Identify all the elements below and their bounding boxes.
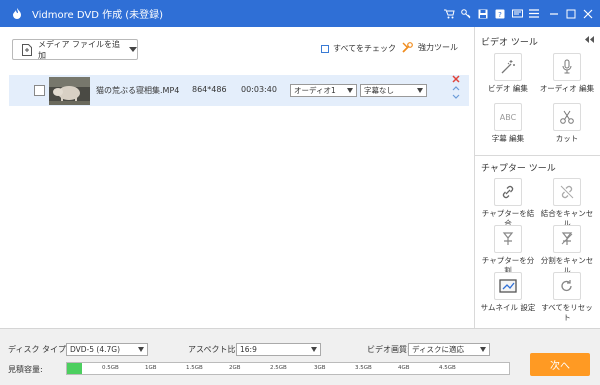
power-tools-label: 強力ツール — [418, 43, 458, 52]
move-down-icon[interactable] — [452, 94, 460, 100]
reset-all-tool[interactable]: すべてをリセット — [539, 272, 595, 323]
video-edit-tool[interactable]: ビデオ 編集 — [480, 53, 536, 94]
capacity-tick: 2.5GB — [270, 365, 287, 371]
estimated-capacity-label: 見積容量: — [8, 365, 43, 374]
app-logo-icon — [9, 6, 25, 22]
thumbnail-settings-label: サムネイル 設定 — [480, 303, 536, 312]
cut-label: カット — [555, 134, 579, 143]
video-thumbnail — [49, 77, 90, 105]
chevron-down-icon — [480, 347, 486, 352]
tools-icon — [402, 42, 413, 53]
abc-subtitle-icon: ABC — [494, 103, 522, 131]
subtitle-select[interactable]: 字幕なし — [360, 84, 427, 97]
question-icon[interactable]: ? — [492, 6, 508, 22]
close-icon[interactable] — [580, 6, 596, 22]
capacity-tick: 4GB — [398, 365, 410, 371]
disc-type-label: ディスク タイプ — [8, 345, 66, 354]
aspect-ratio-label: アスペクト比: — [188, 345, 239, 354]
video-quality-value: ディスクに適応 — [412, 345, 464, 354]
magic-wand-icon — [494, 53, 522, 81]
add-media-file-button[interactable]: メディア ファイルを追加 — [12, 39, 138, 60]
aspect-ratio-select[interactable]: 16:9 — [236, 343, 321, 356]
file-row[interactable]: 猫の荒ぶる寝相集.MP4 864*486 00:03:40 オーディオ1 字幕な… — [9, 75, 469, 106]
capacity-tick: 2GB — [229, 365, 241, 371]
scissors-icon — [553, 103, 581, 131]
video-quality-select[interactable]: ディスクに適応 — [408, 343, 490, 356]
disc-type-value: DVD-5 (4.7G) — [70, 345, 121, 354]
svg-text:ABC: ABC — [500, 113, 517, 122]
capacity-tick: 3GB — [314, 365, 326, 371]
microphone-icon — [553, 53, 581, 81]
cancel-split-tool[interactable]: 分割をキャンセル — [539, 225, 595, 276]
audio-track-value: オーディオ1 — [294, 86, 336, 95]
video-tools-title: ビデオ ツール — [481, 38, 538, 48]
cut-tool[interactable]: カット — [539, 103, 595, 144]
capacity-tick: 0.5GB — [102, 365, 119, 371]
menu-icon[interactable] — [526, 6, 542, 22]
cancel-merge-tool[interactable]: 結合をキャンセル — [539, 178, 595, 229]
file-duration: 00:03:40 — [241, 85, 277, 94]
capacity-tick: 1GB — [145, 365, 157, 371]
unlink-icon — [553, 178, 581, 206]
audio-edit-tool[interactable]: オーディオ 編集 — [539, 53, 595, 94]
sidebar-divider — [475, 155, 600, 156]
key-icon[interactable] — [458, 6, 474, 22]
reset-all-label: すべてをリセット — [541, 303, 593, 322]
collapse-icon[interactable] — [585, 36, 594, 43]
document-icon — [22, 43, 32, 56]
aspect-ratio-value: 16:9 — [240, 345, 257, 354]
capacity-tick: 3.5GB — [355, 365, 372, 371]
capacity-bar: 0.5GB 1GB 1.5GB 2GB 2.5GB 3GB 3.5GB 4GB … — [66, 362, 510, 375]
split-icon — [494, 225, 522, 253]
cart-icon[interactable] — [441, 6, 457, 22]
window-title: Vidmore DVD 作成 (未登録) — [32, 10, 164, 21]
capacity-used-fill — [67, 363, 83, 374]
next-button[interactable]: 次へ — [530, 353, 590, 376]
chapter-tools-title: チャプター ツール — [481, 164, 556, 174]
svg-text:?: ? — [498, 11, 502, 19]
capacity-tick: 4.5GB — [439, 365, 456, 371]
title-bar: Vidmore DVD 作成 (未登録) ? — [0, 0, 600, 27]
save-icon[interactable] — [475, 6, 491, 22]
file-name: 猫の荒ぶる寝相集.MP4 — [96, 86, 180, 95]
cancel-split-icon — [553, 225, 581, 253]
check-all-checkbox[interactable] — [321, 44, 329, 53]
disc-type-select[interactable]: DVD-5 (4.7G) — [66, 343, 148, 356]
subtitle-value: 字幕なし — [364, 86, 394, 95]
main-panel: メディア ファイルを追加 すべてをチェック 強力ツール 猫の荒ぶる寝相集.MP4… — [0, 27, 474, 328]
feedback-icon[interactable] — [509, 6, 525, 22]
link-icon — [494, 178, 522, 206]
audio-track-select[interactable]: オーディオ1 — [290, 84, 357, 97]
bottom-bar: ディスク タイプ DVD-5 (4.7G) アスペクト比: 16:9 ビデオ画質… — [0, 328, 600, 385]
remove-icon[interactable] — [452, 75, 460, 83]
chevron-down-icon — [347, 88, 353, 93]
audio-edit-label: オーディオ 編集 — [539, 84, 595, 93]
chevron-down-icon — [417, 88, 423, 93]
thumbnail-icon — [494, 272, 522, 300]
power-tools-button[interactable]: 強力ツール — [402, 42, 458, 53]
chevron-down-icon — [311, 347, 317, 352]
subtitle-edit-label: 字幕 編集 — [491, 134, 525, 143]
capacity-tick: 1.5GB — [186, 365, 203, 371]
chevron-down-icon[interactable] — [129, 47, 137, 53]
video-edit-label: ビデオ 編集 — [488, 84, 528, 93]
reset-icon — [553, 272, 581, 300]
move-up-icon[interactable] — [452, 85, 460, 91]
chevron-down-icon — [138, 347, 144, 352]
file-resolution: 864*486 — [192, 85, 227, 94]
split-chapter-tool[interactable]: チャプターを分割 — [480, 225, 536, 276]
tools-sidebar: ビデオ ツール ビデオ 編集 オーディオ 編集 ABC 字幕 編集 カット チャ… — [474, 27, 600, 328]
check-all-label: すべてをチェック — [333, 44, 396, 53]
subtitle-edit-tool[interactable]: ABC 字幕 編集 — [480, 103, 536, 144]
add-media-label: メディア ファイルを追加 — [38, 39, 120, 60]
video-quality-label: ビデオ画質: — [367, 345, 410, 354]
check-all[interactable]: すべてをチェック — [321, 43, 396, 54]
merge-chapter-tool[interactable]: チャプターを結合 — [480, 178, 536, 229]
minimize-icon[interactable] — [546, 6, 562, 22]
row-checkbox[interactable] — [34, 85, 45, 96]
maximize-icon[interactable] — [563, 6, 579, 22]
thumbnail-settings-tool[interactable]: サムネイル 設定 — [480, 272, 536, 313]
